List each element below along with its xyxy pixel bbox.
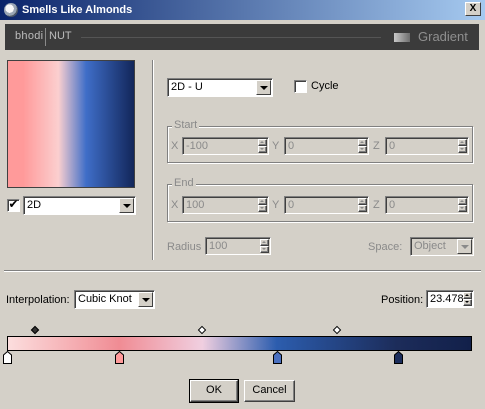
banner-rule xyxy=(81,37,381,38)
banner: bhodi NUT Gradient xyxy=(5,24,479,50)
end-x-spinner[interactable]: 100 xyxy=(182,196,269,214)
spin-up-icon[interactable] xyxy=(358,198,367,205)
spin-down-icon[interactable] xyxy=(258,205,267,212)
brand-logo-left: bhodi xyxy=(15,30,44,42)
start-x-value: -100 xyxy=(186,140,209,152)
brand-divider xyxy=(45,28,46,46)
spin-up-icon[interactable] xyxy=(258,139,267,146)
start-z-label: Z xyxy=(373,140,380,152)
app-icon xyxy=(4,3,18,17)
chevron-down-icon[interactable] xyxy=(119,198,134,213)
end-x-value: 100 xyxy=(186,199,205,211)
space-dropdown[interactable]: Object xyxy=(410,237,474,256)
space-value: Object xyxy=(414,240,446,252)
window-title: Smells Like Almonds xyxy=(22,4,133,16)
spin-down-icon[interactable] xyxy=(358,146,367,153)
start-x-label: X xyxy=(171,140,179,152)
spin-up-icon[interactable] xyxy=(458,198,467,205)
cancel-button[interactable]: Cancel xyxy=(244,380,295,402)
spin-up-icon[interactable] xyxy=(458,139,467,146)
dimension-value: 2D xyxy=(27,199,42,211)
start-y-spinner[interactable]: 0 xyxy=(284,137,369,155)
chevron-down-icon[interactable] xyxy=(457,239,472,254)
mode-dropdown[interactable]: 2D - U xyxy=(167,78,273,97)
gradient-knot-icon[interactable] xyxy=(114,351,124,364)
vertical-divider xyxy=(152,60,154,260)
gradient-handle-diamond-icon[interactable] xyxy=(198,325,207,335)
end-y-spinner[interactable]: 0 xyxy=(284,196,369,214)
close-button[interactable]: X xyxy=(465,2,481,16)
end-z-spinner[interactable]: 0 xyxy=(385,196,469,214)
spin-up-icon[interactable] xyxy=(463,292,472,299)
end-x-label: X xyxy=(171,199,179,211)
gradient-swatch-icon xyxy=(394,33,410,42)
cycle-label: Cycle xyxy=(311,80,339,92)
position-label: Position: xyxy=(381,294,424,306)
spin-up-icon[interactable] xyxy=(358,139,367,146)
gradient-knot-icon[interactable] xyxy=(3,351,12,364)
dimension-checkbox[interactable]: ✔ xyxy=(7,197,20,212)
spin-down-icon[interactable] xyxy=(358,205,367,212)
start-y-value: 0 xyxy=(288,140,295,152)
end-group-label: End xyxy=(172,177,196,189)
space-label: Space: xyxy=(368,241,403,253)
dimension-dropdown[interactable]: 2D xyxy=(23,196,136,215)
interpolation-label: Interpolation: xyxy=(6,294,70,306)
gradient-preview xyxy=(7,60,135,188)
end-y-label: Y xyxy=(272,199,280,211)
mode-value: 2D - U xyxy=(171,81,203,93)
brand-logo-right: NUT xyxy=(49,30,72,42)
chevron-down-icon[interactable] xyxy=(256,80,271,95)
spin-down-icon[interactable] xyxy=(258,146,267,153)
start-z-value: 0 xyxy=(389,140,396,152)
start-group-label: Start xyxy=(172,119,200,131)
start-y-label: Y xyxy=(272,140,280,152)
spin-up-icon[interactable] xyxy=(258,198,267,205)
chevron-down-icon[interactable] xyxy=(138,292,153,307)
title-bar: Smells Like Almonds X xyxy=(0,0,485,20)
gradient-handle-diamond-icon[interactable] xyxy=(332,325,342,335)
spin-down-icon[interactable] xyxy=(463,299,472,306)
interpolation-value: Cubic Knot xyxy=(78,293,132,305)
radius-label: Radius xyxy=(167,241,202,253)
spin-down-icon[interactable] xyxy=(458,146,467,153)
position-spinner[interactable]: 23.478 xyxy=(426,290,474,308)
start-x-spinner[interactable]: -100 xyxy=(182,137,269,155)
spin-down-icon[interactable] xyxy=(260,246,269,253)
spin-up-icon[interactable] xyxy=(260,239,269,246)
position-value: 23.478 xyxy=(430,293,464,305)
radius-spinner[interactable]: 100 xyxy=(205,237,271,255)
gradient-bar[interactable] xyxy=(7,336,472,351)
radius-value: 100 xyxy=(209,240,228,252)
end-z-label: Z xyxy=(373,199,380,211)
cycle-checkbox[interactable] xyxy=(294,80,307,93)
gradient-knot-icon[interactable] xyxy=(393,351,403,364)
start-z-spinner[interactable]: 0 xyxy=(385,137,469,155)
gradient-knot-icon[interactable] xyxy=(272,351,282,364)
banner-title: Gradient xyxy=(418,29,468,44)
end-z-value: 0 xyxy=(389,199,396,211)
spin-down-icon[interactable] xyxy=(458,205,467,212)
end-y-value: 0 xyxy=(288,199,295,211)
checkmark-icon: ✔ xyxy=(8,197,19,211)
gradient-handle-diamond-icon[interactable] xyxy=(30,325,40,335)
interpolation-dropdown[interactable]: Cubic Knot xyxy=(74,290,155,309)
ok-button[interactable]: OK xyxy=(189,379,239,403)
horizontal-divider xyxy=(4,270,481,272)
